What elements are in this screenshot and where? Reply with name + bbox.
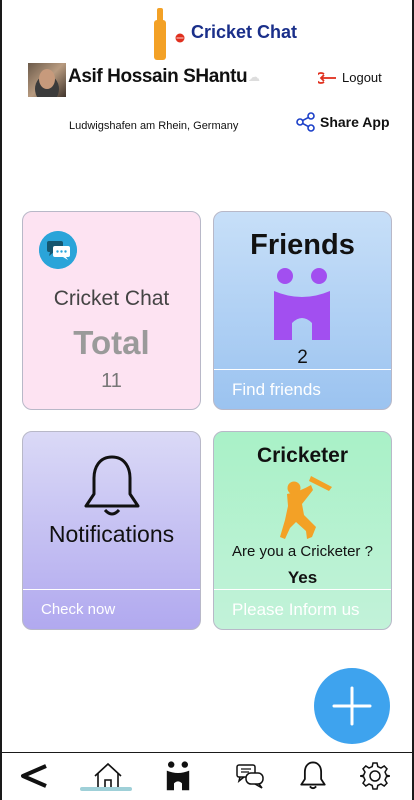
chat-card-title: Cricket Chat: [53, 287, 170, 310]
logout-icon: [318, 71, 336, 84]
cricketer-card[interactable]: Cricketer Are you a Cricketer ? Yes Plea…: [213, 431, 392, 630]
batsman-icon: [280, 476, 332, 539]
chat-count: 11: [101, 370, 122, 392]
friends-card-title: Friends: [250, 229, 355, 261]
cricketer-card-title: Cricketer: [256, 444, 349, 467]
check-now-link[interactable]: Check now: [23, 589, 200, 629]
logout-label: Logout: [342, 70, 382, 85]
friends-people-icon: [274, 268, 330, 340]
share-icon: [296, 112, 315, 132]
chat-bubbles-icon: [39, 231, 77, 269]
app-title: Cricket Chat: [191, 22, 298, 42]
cricketer-answer: Yes: [287, 568, 318, 587]
find-friends-link[interactable]: Find friends: [214, 369, 391, 409]
share-app-label: Share App: [320, 114, 390, 130]
chat-total-label: Total: [73, 324, 150, 361]
nav-back[interactable]: [12, 753, 56, 799]
logout-button[interactable]: Logout: [318, 70, 382, 85]
chat-icon: [236, 764, 264, 789]
back-chevron-icon: [21, 764, 47, 788]
please-inform-us-link[interactable]: Please Inform us: [214, 589, 391, 629]
friends-count: 2: [297, 347, 308, 368]
nav-friends[interactable]: [152, 753, 204, 799]
friends-icon: [166, 761, 190, 791]
bell-icon: [84, 455, 140, 516]
avatar[interactable]: [28, 63, 66, 97]
frame-left-edge: [0, 0, 2, 800]
cricket-bat-ball-icon: [154, 8, 185, 60]
notifications-card-title: Notifications: [48, 521, 175, 547]
bottom-navigation: [2, 752, 412, 800]
active-tab-indicator: [80, 787, 132, 791]
bell-icon: [300, 761, 326, 790]
cricket-chat-card[interactable]: Cricket Chat Total 11: [22, 211, 201, 410]
gear-icon: [360, 762, 390, 790]
nav-home[interactable]: [82, 753, 134, 799]
plus-icon: [332, 686, 372, 726]
nav-settings[interactable]: [352, 753, 398, 799]
user-name: Asif Hossain SHantu: [68, 66, 248, 87]
share-app-button[interactable]: Share App: [296, 112, 390, 132]
friends-card[interactable]: Friends 2 Find friends: [213, 211, 392, 410]
cricketer-question: Are you a Cricketer ?: [232, 543, 373, 560]
add-fab-button[interactable]: [314, 668, 390, 744]
notifications-card[interactable]: Notifications Check now: [22, 431, 201, 630]
nav-notifications[interactable]: [290, 753, 336, 799]
nav-chat[interactable]: [224, 753, 276, 799]
profile-badge: ☁: [248, 70, 260, 84]
user-location: Ludwigshafen am Rhein, Germany: [69, 120, 239, 132]
